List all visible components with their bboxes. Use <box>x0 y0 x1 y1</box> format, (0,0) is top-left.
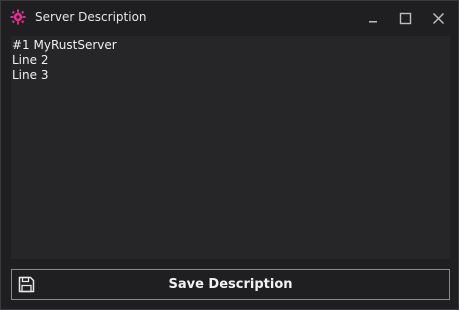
window-title: Server Description <box>35 10 147 24</box>
close-icon <box>432 12 444 24</box>
maximize-icon <box>399 12 411 24</box>
title-bar[interactable]: Server Description <box>1 1 458 34</box>
save-description-button[interactable]: Save Description <box>11 269 450 300</box>
save-button-label: Save Description <box>168 277 293 292</box>
rust-gear-icon <box>10 9 26 25</box>
floppy-disk-icon <box>18 276 35 293</box>
maximize-button[interactable] <box>391 5 419 31</box>
close-button[interactable] <box>424 5 452 31</box>
minimize-button[interactable] <box>359 5 387 31</box>
description-textarea[interactable]: #1 MyRustServer Line 2 Line 3 <box>11 36 450 259</box>
description-line: #1 MyRustServer <box>12 38 117 52</box>
minimize-icon <box>369 21 377 23</box>
description-line: Line 2 <box>12 53 49 67</box>
description-line: Line 3 <box>12 68 49 82</box>
server-description-window: Server Description #1 MyRustServer Line 2… <box>0 0 459 310</box>
